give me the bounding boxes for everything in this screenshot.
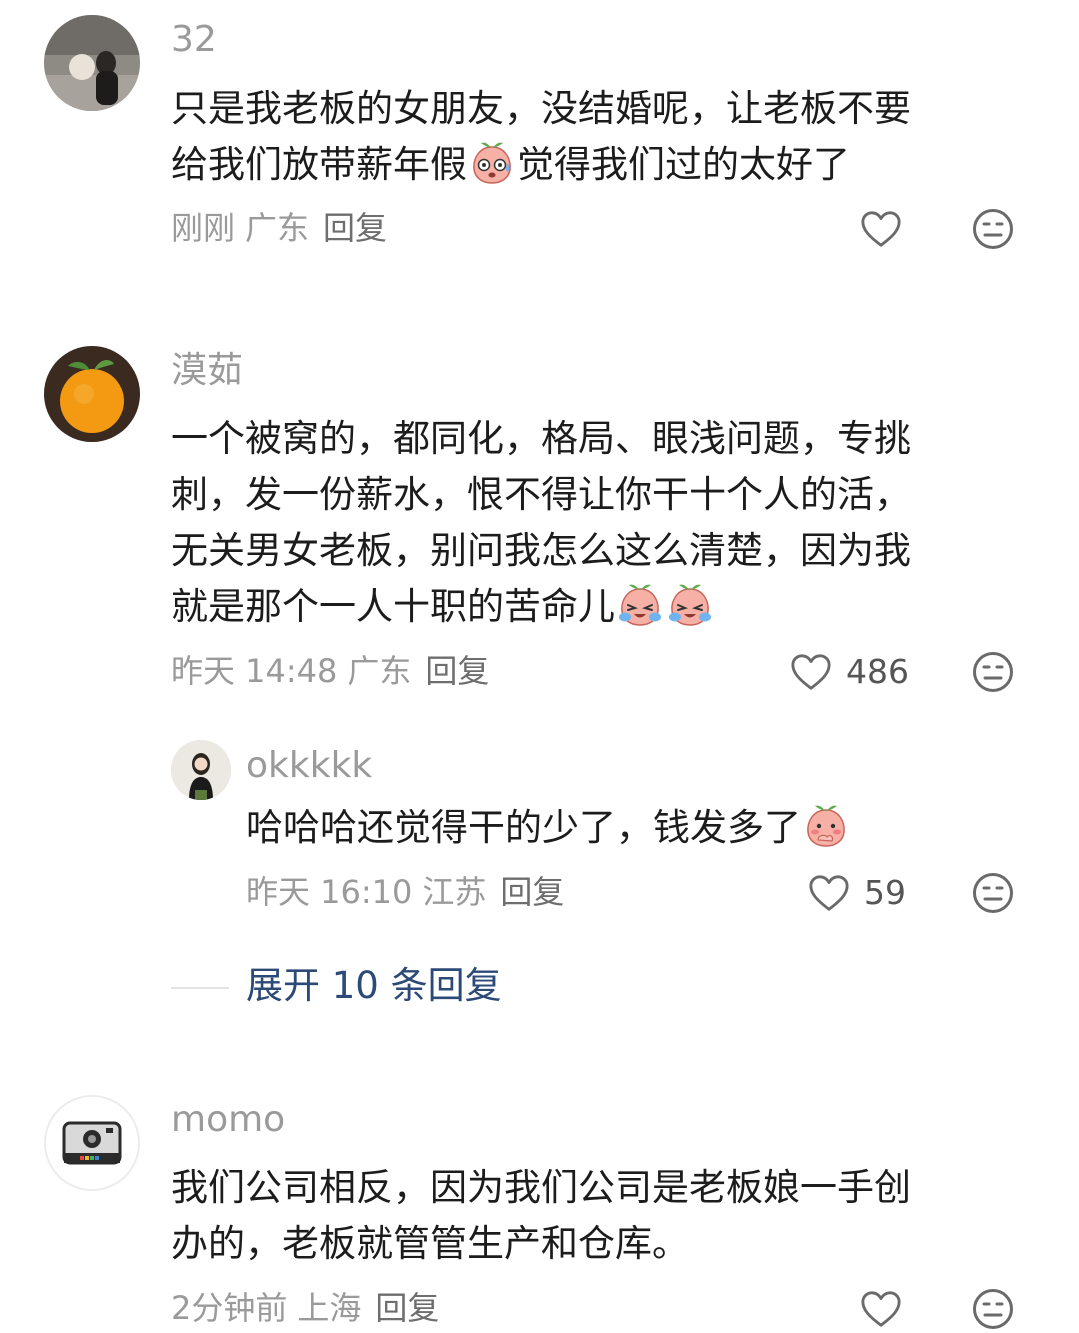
comment-line: 只是我老板的女朋友，没结婚呢，让老板不要 — [171, 87, 911, 130]
comment-text: 我们公司相反，因为我们公司是老板娘一手创 办的，老板就管管生产和仓库。 — [171, 1160, 911, 1272]
peach-shy-emoji — [803, 802, 849, 848]
heart-outline-icon — [790, 652, 832, 692]
comment-line: 无关男女老板，别问我怎么这么清楚，因为我 — [171, 529, 911, 572]
peach-cry-emoji — [617, 581, 663, 627]
username[interactable]: 漠茹 — [171, 349, 243, 393]
location: 江苏 — [422, 873, 487, 911]
like-count: 486 — [846, 652, 909, 691]
avatar[interactable] — [44, 15, 140, 111]
heart-outline-icon — [860, 209, 902, 249]
avatar[interactable] — [44, 346, 140, 442]
comment-text: 只是我老板的女朋友，没结婚呢，让老板不要 给我们放带薪年假 觉得我们过的太好了 — [171, 81, 911, 193]
meh-face-icon[interactable] — [972, 208, 1014, 250]
avatar[interactable] — [44, 1095, 140, 1191]
reply-button[interactable]: 回复 — [500, 873, 564, 911]
reply-button[interactable]: 回复 — [425, 652, 489, 690]
comment-line: 办的，老板就管管生产和仓库。 — [171, 1222, 689, 1265]
expand-divider — [171, 987, 229, 989]
comment-text-segment: 就是那个一人十职的苦命儿 — [171, 585, 615, 628]
timestamp: 2分钟前 — [171, 1289, 288, 1327]
reply-text-segment: 哈哈哈还觉得干的少了，钱发多了 — [246, 806, 801, 849]
peach-sweat-emoji — [469, 139, 515, 185]
like-button[interactable]: 486 — [790, 650, 909, 694]
comment-line: 刺，发一份薪水，恨不得让你干十个人的活， — [171, 473, 911, 516]
like-button[interactable]: 59 — [808, 871, 906, 915]
comment-meta: 昨天 14:48 广东 回复 — [171, 651, 489, 691]
heart-outline-icon — [808, 873, 850, 913]
username[interactable]: 32 — [171, 18, 217, 62]
comment-item: 漠茹 一个被窝的，都同化，格局、眼浅问题，专挑 刺，发一份薪水，恨不得让你干十个… — [0, 330, 1079, 1030]
comment-item: 32 只是我老板的女朋友，没结婚呢，让老板不要 给我们放带薪年假 觉得我们过的太好… — [0, 0, 1079, 300]
like-button[interactable] — [860, 1287, 902, 1331]
comment-text-segment: 给我们放带薪年假 — [171, 143, 467, 186]
timestamp: 刚刚 — [171, 209, 236, 247]
comment-line: 我们公司相反，因为我们公司是老板娘一手创 — [171, 1166, 911, 1209]
reply-text: 哈哈哈还觉得干的少了，钱发多了 — [246, 800, 851, 856]
comment-text: 一个被窝的，都同化，格局、眼浅问题，专挑 刺，发一份薪水，恨不得让你干十个人的活… — [171, 411, 911, 635]
expand-replies-button[interactable]: 展开 10 条回复 — [246, 964, 502, 1008]
timestamp: 昨天 16:10 — [246, 873, 413, 911]
like-count: 59 — [864, 873, 906, 912]
avatar[interactable] — [171, 740, 231, 800]
like-button[interactable] — [860, 207, 902, 251]
comment-line: 一个被窝的，都同化，格局、眼浅问题，专挑 — [171, 417, 911, 460]
reply-button[interactable]: 回复 — [323, 209, 387, 247]
meh-face-icon[interactable] — [972, 651, 1014, 693]
comment-meta: 2分钟前 上海 回复 — [171, 1288, 439, 1328]
peach-cry-emoji — [667, 581, 713, 627]
comment-line: 就是那个一人十职的苦命儿 — [171, 579, 911, 635]
comment-text-segment: 觉得我们过的太好了 — [517, 143, 850, 186]
timestamp: 昨天 14:48 — [171, 652, 338, 690]
heart-outline-icon — [860, 1289, 902, 1329]
username[interactable]: okkkkk — [246, 744, 372, 788]
reply-meta: 昨天 16:10 江苏 回复 — [246, 872, 564, 912]
location: 广东 — [347, 652, 412, 690]
comment-line: 给我们放带薪年假 觉得我们过的太好了 — [171, 137, 911, 193]
reply-button[interactable]: 回复 — [375, 1289, 439, 1327]
username[interactable]: momo — [171, 1098, 285, 1142]
comment-item: momo 我们公司相反，因为我们公司是老板娘一手创 办的，老板就管管生产和仓库。… — [0, 1080, 1079, 1333]
location: 上海 — [297, 1289, 362, 1327]
location: 广东 — [245, 209, 310, 247]
meh-face-icon[interactable] — [972, 1288, 1014, 1330]
comment-meta: 刚刚 广东 回复 — [171, 208, 387, 248]
meh-face-icon[interactable] — [972, 872, 1014, 914]
